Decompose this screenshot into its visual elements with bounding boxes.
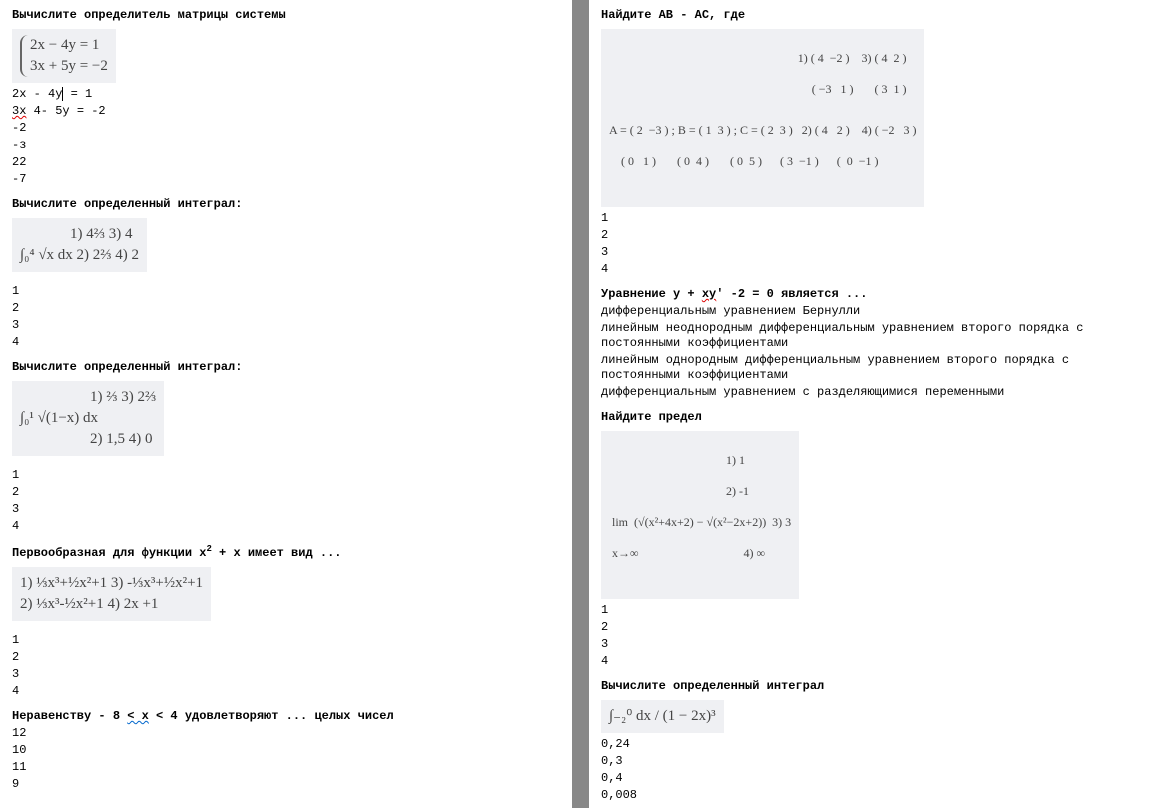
r-q1-img-l1: 1) ( 4 −2 ) 3) ( 4 2 ): [609, 51, 916, 67]
r-q1-ans2: 2: [601, 228, 1149, 243]
q4-ans3: 3: [12, 667, 560, 682]
q2-title: Вычислите определенный интеграл:: [12, 197, 560, 212]
page-right: Найдите AB - AC, где 1) ( 4 −2 ) 3) ( 4 …: [589, 0, 1161, 808]
r-q4-title: Вычислите определенный интеграл: [601, 679, 1149, 694]
q4-img-line1: 1) ⅓x³+½x²+1 3) -⅓x³+½x²+1: [20, 573, 203, 594]
r-q1-ans3: 3: [601, 245, 1149, 260]
q1-ans4: -7: [12, 172, 560, 187]
r-q3-ans2: 2: [601, 620, 1149, 635]
q3-ans2: 2: [12, 485, 560, 500]
q1-eq-line2: 3x + 5y = −2: [30, 56, 108, 77]
q5-ans1: 12: [12, 726, 560, 741]
q5-ans2: 10: [12, 743, 560, 758]
q4-ans2: 2: [12, 650, 560, 665]
r-q3-img-l4: x→∞ 4) ∞: [609, 546, 791, 562]
q3-img-line3: 2) 1,5 4) 0: [20, 429, 156, 450]
r-q1-equation-image: 1) ( 4 −2 ) 3) ( 4 2 ) ( −3 1 ) ( 3 1 ) …: [601, 29, 924, 207]
r-q4-equation-image: ∫₋₂⁰ dx / (1 − 2x)³: [601, 700, 724, 733]
q3-img-line2: ∫₀¹ √(1−x) dx: [20, 408, 156, 429]
r-q2-ans4: дифференциальным уравнением с разделяющи…: [601, 385, 1149, 400]
q1-equation-image: 2x − 4y = 1 3x + 5y = −2: [12, 29, 116, 83]
q1-eq-line1: 2x − 4y = 1: [30, 35, 108, 56]
r-q4-ans1: 0,24: [601, 737, 1149, 752]
r-q4-ans2: 0,3: [601, 754, 1149, 769]
q2-ans2: 2: [12, 301, 560, 316]
r-q4-ans3: 0,4: [601, 771, 1149, 786]
q1-text-line1: 2x - 4y = 1: [12, 87, 560, 102]
r-q1-ans4: 4: [601, 262, 1149, 277]
page-separator: [572, 0, 589, 808]
q3-img-line1: 1) ⅔ 3) 2⅔: [20, 387, 156, 408]
q4-equation-image: 1) ⅓x³+½x²+1 3) -⅓x³+½x²+1 2) ⅓x³-½x²+1 …: [12, 567, 211, 621]
q2-ans1: 1: [12, 284, 560, 299]
q2-equation-image: 1) 4⅔ 3) 4 ∫₀⁴ √x dx 2) 2⅔ 4) 2: [12, 218, 147, 272]
q2-img-line2: ∫₀⁴ √x dx 2) 2⅔ 4) 2: [20, 245, 139, 266]
page-left: Вычислите определитель матрицы системы 2…: [0, 0, 572, 808]
q2-img-line1: 1) 4⅔ 3) 4: [20, 224, 139, 245]
q5-ans4: 9: [12, 777, 560, 792]
q1-text-line2: 3x 4- 5y = -2: [12, 104, 560, 119]
q2-ans3: 3: [12, 318, 560, 333]
q3-ans4: 4: [12, 519, 560, 534]
q2-ans4: 4: [12, 335, 560, 350]
r-q3-ans1: 1: [601, 603, 1149, 618]
r-q1-ans1: 1: [601, 211, 1149, 226]
q1-ans2: -з: [12, 138, 560, 153]
q4-ans1: 1: [12, 633, 560, 648]
q3-ans1: 1: [12, 468, 560, 483]
q1-ans3: 22: [12, 155, 560, 170]
q1-title: Вычислите определитель матрицы системы: [12, 8, 560, 23]
q4-ans4: 4: [12, 684, 560, 699]
r-q1-img-l2b: ( 0 1 ) ( 0 4 ) ( 0 5 ) ( 3 −1 ) ( 0 −1 …: [609, 154, 916, 170]
r-q3-ans3: 3: [601, 637, 1149, 652]
r-q1-img-l1b: ( −3 1 ) ( 3 1 ): [609, 82, 916, 98]
r-q1-title: Найдите AB - AC, где: [601, 8, 1149, 23]
r-q2-ans3: линейным однородным дифференциальным ура…: [601, 353, 1149, 383]
r-q4-ans4: 0,008: [601, 788, 1149, 803]
r-q3-title: Найдите предел: [601, 410, 1149, 425]
q4-title: Первообразная для функции x2 + x имеет в…: [12, 544, 560, 561]
q5-title: Неравенству - 8 < x < 4 удовлетворяют ..…: [12, 709, 560, 724]
r-q3-ans4: 4: [601, 654, 1149, 669]
q3-ans3: 3: [12, 502, 560, 517]
q4-img-line2: 2) ⅓x³-½x²+1 4) 2x +1: [20, 594, 203, 615]
r-q3-equation-image: 1) 1 2) -1 lim (√(x²+4x+2) − √(x²−2x+2))…: [601, 431, 799, 599]
q3-title: Вычислите определенный интеграл:: [12, 360, 560, 375]
r-q2-ans1: дифференциальным уравнением Бернулли: [601, 304, 1149, 319]
r-q3-img-l3: lim (√(x²+4x+2) − √(x²−2x+2)) 3) 3: [609, 515, 791, 531]
r-q4-img-l1: ∫₋₂⁰ dx / (1 − 2x)³: [609, 706, 716, 727]
r-q1-img-l2: A = ( 2 −3 ) ; B = ( 1 3 ) ; C = ( 2 3 )…: [609, 123, 916, 139]
r-q3-img-l2: 2) -1: [609, 484, 791, 500]
r-q2-ans2: линейным неоднородным дифференциальным у…: [601, 321, 1149, 351]
r-q2-title: Уравнение y + xy' -2 = 0 является ...: [601, 287, 1149, 302]
q1-ans1: -2: [12, 121, 560, 136]
q5-ans3: 11: [12, 760, 560, 775]
q3-equation-image: 1) ⅔ 3) 2⅔ ∫₀¹ √(1−x) dx 2) 1,5 4) 0: [12, 381, 164, 456]
r-q3-img-l1: 1) 1: [609, 453, 791, 469]
